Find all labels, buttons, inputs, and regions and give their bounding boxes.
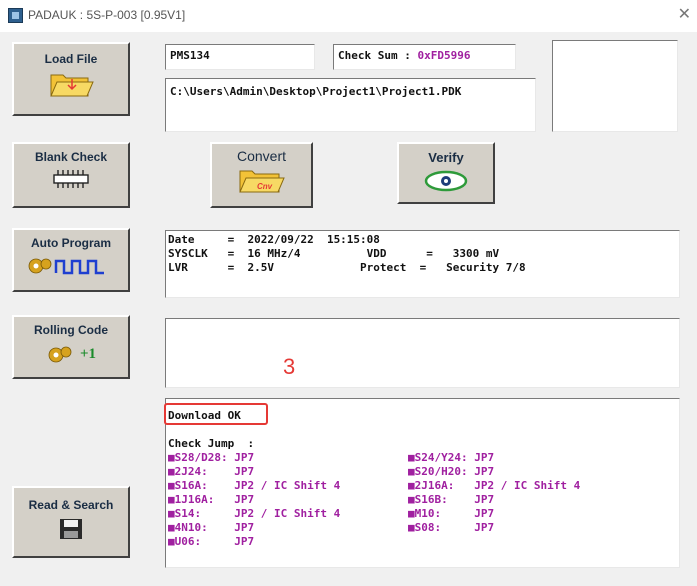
load-file-label: Load File <box>44 52 98 66</box>
close-icon[interactable]: ✕ <box>678 4 691 24</box>
jump-left-4: ■1J16A: JP7 <box>168 493 255 506</box>
preview-box <box>552 40 678 132</box>
blank-check-label: Blank Check <box>34 150 108 164</box>
convert-folder-icon: Cnv <box>238 170 285 193</box>
eye-icon <box>424 170 468 192</box>
convert-button[interactable]: Convert Cnv <box>210 142 313 208</box>
jump-left-5: ■S14: JP2 / IC Shift 4 <box>168 507 341 520</box>
load-file-button[interactable]: Load File <box>12 42 130 116</box>
info-panel: Date = 2022/09/22 15:15:08 SYSCLK = 16 M… <box>165 230 680 298</box>
auto-program-label: Auto Program <box>30 236 111 250</box>
checksum-label: Check Sum : <box>338 49 418 62</box>
read-search-label: Read & Search <box>28 498 114 512</box>
ic-name-value: PMS134 <box>170 49 210 62</box>
jump-left-2: ■2J24: JP7 <box>168 465 255 478</box>
jump-right-2: ■S20/H20: JP7 <box>408 465 495 478</box>
jump-right-4: ■S16B: JP7 <box>408 493 495 506</box>
convert-icon-text: Cnv <box>257 182 273 191</box>
app-icon <box>8 8 23 23</box>
checksum-value: 0xFD5996 <box>417 49 471 62</box>
auto-program-button[interactable]: Auto Program <box>12 228 130 292</box>
folder-open-icon <box>50 74 94 97</box>
status-panel: Download OK Check Jump : ■S28/D28: JP7 ■… <box>164 398 680 568</box>
window-title: PADAUK : 5S-P-003 [0.95V1] <box>28 8 186 22</box>
info-lvr-protect: LVR = 2.5V Protect = Security 7/8 <box>168 261 526 274</box>
check-jump-header: Check Jump : <box>168 437 255 450</box>
jump-right-6: ■S08: JP7 <box>408 521 495 534</box>
gears-icon <box>48 346 72 363</box>
rolling-code-display <box>165 318 680 388</box>
verify-label: Verify <box>428 150 464 165</box>
annotation-number: 3 <box>283 354 296 379</box>
checksum-field: Check Sum : 0xFD5996 <box>333 44 516 70</box>
file-path-value: C:\Users\Admin\Desktop\Project1\Project1… <box>170 85 462 98</box>
rolling-code-icons: +1 <box>46 343 96 365</box>
floppy-disk-icon <box>60 519 82 539</box>
rolling-code-button[interactable]: Rolling Code +1 <box>12 315 130 379</box>
jump-right-1: ■S24/Y24: JP7 <box>408 451 495 464</box>
jump-right-3: ■2J16A: JP2 / IC Shift 4 <box>408 479 581 492</box>
rolling-code-label: Rolling Code <box>34 323 108 337</box>
info-date: Date = 2022/09/22 15:15:08 <box>168 233 380 246</box>
ic-name-field: PMS134 <box>165 44 315 70</box>
jump-right-5: ■M10: JP7 <box>408 507 495 520</box>
jump-left-7: ■U06: JP7 <box>168 535 255 548</box>
read-search-button[interactable]: Read & Search <box>12 486 130 558</box>
checksum-text: Check Sum : 0xFD5996 <box>338 49 470 62</box>
chip-icon <box>53 170 89 188</box>
download-highlight-box <box>164 403 268 425</box>
plus-one-text: +1 <box>79 345 97 362</box>
auto-program-icon <box>28 258 104 275</box>
jump-left-3: ■S16A: JP2 / IC Shift 4 <box>168 479 341 492</box>
title-bar: PADAUK : 5S-P-003 [0.95V1] ✕ <box>0 0 697 32</box>
blank-check-button[interactable]: Blank Check <box>12 142 130 208</box>
main-window: PADAUK : 5S-P-003 [0.95V1] ✕ Load File P… <box>0 0 697 586</box>
convert-label: Convert <box>236 148 287 164</box>
verify-button[interactable]: Verify <box>397 142 495 204</box>
jump-left-6: ■4N10: JP7 <box>168 521 255 534</box>
jump-left-1: ■S28/D28: JP7 <box>168 451 255 464</box>
file-path-field: C:\Users\Admin\Desktop\Project1\Project1… <box>165 78 536 132</box>
info-sysclk-vdd: SYSCLK = 16 MHz/4 VDD = 3300 mV <box>168 247 500 260</box>
